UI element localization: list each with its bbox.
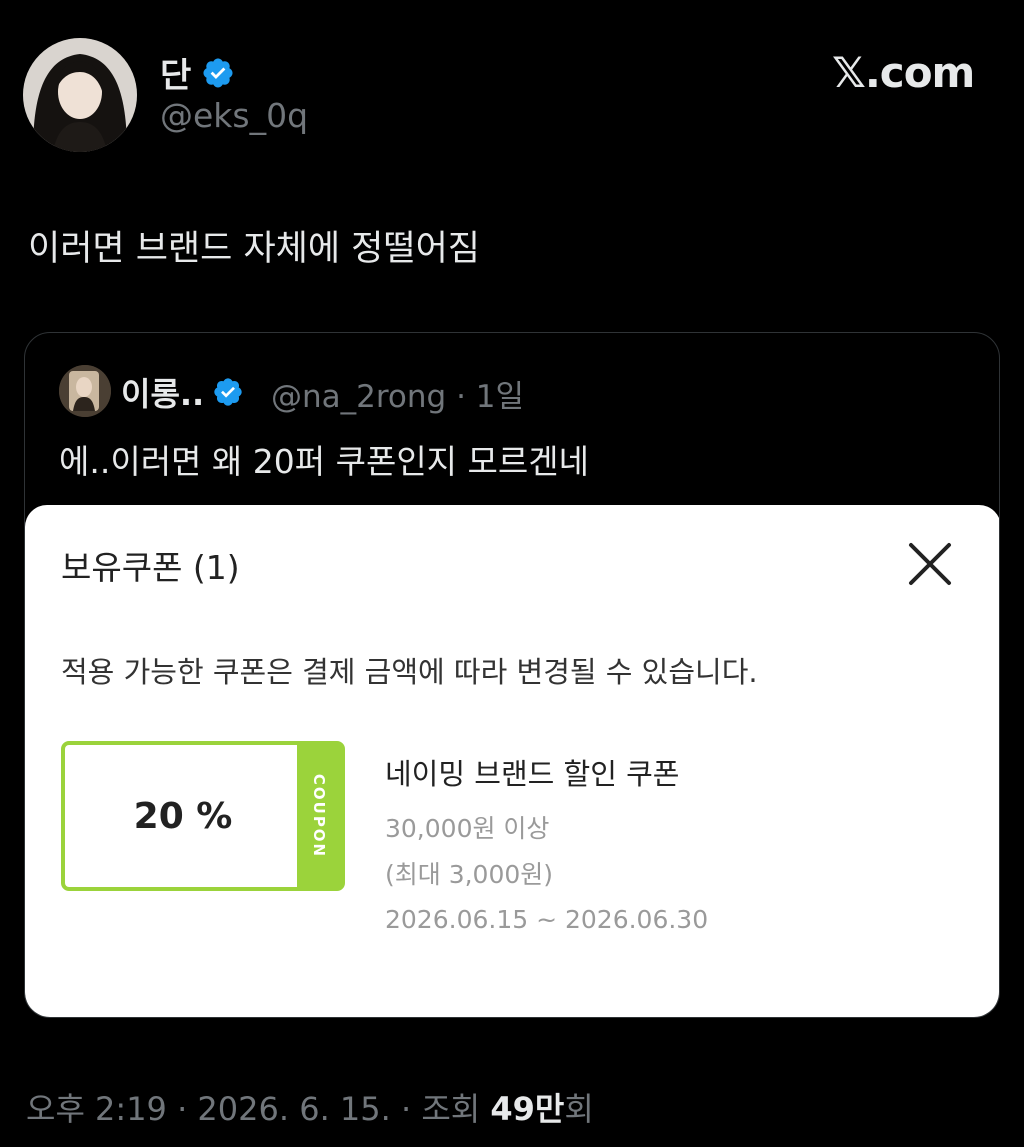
close-icon	[909, 543, 951, 585]
view-count: 49만	[490, 1090, 565, 1128]
coupon-strip-label: COUPON	[310, 773, 328, 859]
author-handle[interactable]: @eks_0q	[160, 96, 308, 135]
verified-badge-icon	[203, 57, 233, 88]
tweet-text: 이러면 브랜드 자체에 정떨어짐	[28, 229, 480, 269]
profile-photo-icon	[23, 38, 137, 152]
site-logo: 𝕏.com	[832, 48, 975, 97]
verified-badge-icon	[214, 378, 242, 406]
coupon-discount-value: 20 %	[133, 795, 233, 837]
quoted-tweet-text: 에..이러면 왜 20퍼 쿠폰인지 모르겐네	[59, 442, 589, 481]
coupon-max-discount: (최대 3,000원)	[385, 860, 554, 889]
coupon-strip: COUPON	[297, 745, 341, 887]
tweet-timestamp-views: 오후 2:19 · 2026. 6. 15. · 조회 49만회	[26, 1084, 594, 1130]
quoted-tweet-card[interactable]: 이롱.. @na_2rong · 1일 에..이러면 왜 20퍼 쿠폰인지 모르…	[24, 332, 1000, 1018]
author-display-name[interactable]: 단	[160, 48, 235, 97]
coupon-ticket: 20 % COUPON	[61, 741, 345, 891]
coupon-min-purchase: 30,000원 이상	[385, 814, 550, 843]
coupon-notice: 적용 가능한 쿠폰은 결제 금액에 따라 변경될 수 있습니다.	[61, 655, 758, 689]
coupon-valid-period: 2026.06.15 ~ 2026.06.30	[385, 905, 709, 934]
quoted-handle-time[interactable]: @na_2rong · 1일	[271, 371, 524, 416]
author-avatar[interactable]	[23, 38, 137, 152]
quoted-author-avatar[interactable]	[59, 365, 111, 417]
coupon-sheet-title: 보유쿠폰 (1)	[61, 548, 240, 587]
view-suffix: 회	[564, 1090, 594, 1128]
quoted-name-text: 이롱..	[121, 375, 205, 413]
tweet-timestamp: 오후 2:19 · 2026. 6. 15. · 조회	[26, 1090, 491, 1128]
quoted-media-image[interactable]: 보유쿠폰 (1) 적용 가능한 쿠폰은 결제 금액에 따라 변경될 수 있습니다…	[25, 505, 999, 1017]
author-name-text: 단	[160, 56, 192, 96]
profile-photo-icon	[59, 365, 111, 417]
quoted-author-name[interactable]: 이롱..	[121, 369, 244, 415]
coupon-name: 네이밍 브랜드 할인 쿠폰	[385, 757, 680, 791]
